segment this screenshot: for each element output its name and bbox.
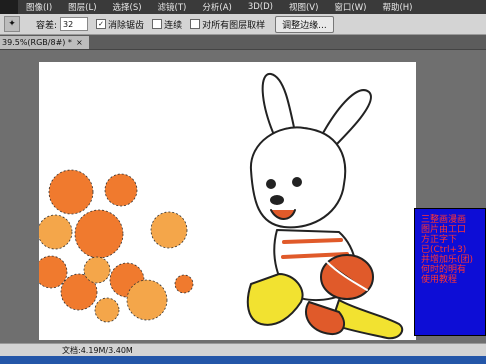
contiguous-checkbox[interactable]: 连续 [152,18,182,31]
circle-8 [83,256,111,284]
menu-select[interactable]: 选择(S) [113,1,142,13]
document-size-readout: 文档:4.19M/3.40M [62,346,133,355]
overlay-line-1: 三整画漫画 [421,215,467,225]
circle-5 [150,211,188,249]
overlay-line-4: 已(Ctrl+3) [421,245,467,255]
circle-4 [74,209,124,259]
overlay-line-2: 图片由工口 [421,225,467,235]
bunny-nose [270,195,284,205]
overlay-line-6: 何时的明有 [421,265,467,275]
circle-1 [48,169,94,215]
antialias-label: 消除锯齿 [108,20,145,31]
overlay-line-5: 并增加乐(团) [421,255,474,265]
document-tab[interactable]: 39.5%(RGB/8#) * × [0,36,89,49]
bunny-illustration [246,72,404,340]
os-taskbar [0,356,486,364]
bunny-eye-right [292,177,302,187]
menu-3d[interactable]: 3D(D) [248,2,273,12]
checkbox-unchecked-icon [190,19,201,29]
status-bar: 文档:4.19M/3.40M [0,343,486,357]
checkbox-unchecked-icon [152,19,163,29]
menu-filter[interactable]: 滤镜(T) [158,1,187,13]
antialias-checkbox[interactable]: ✓ 消除锯齿 [96,18,144,31]
circle-12 [174,274,194,294]
document-canvas[interactable] [39,62,416,340]
circle-3 [39,214,73,250]
circle-11 [94,297,120,323]
orange-circles [39,169,194,323]
all-layers-label: 对所有图层取样 [202,20,266,31]
menu-bar: 图像(I) 图层(L) 选择(S) 滤镜(T) 分析(A) 3D(D) 视图(V… [0,0,486,14]
circle-10 [126,279,168,321]
menu-analysis[interactable]: 分析(A) [202,1,231,13]
tolerance-input[interactable]: 32 [60,17,89,31]
circle-2 [104,173,138,207]
menu-image[interactable]: 图像(I) [26,1,52,13]
app-logo [0,0,18,14]
menu-help[interactable]: 帮助(H) [382,1,412,13]
contiguous-label: 连续 [164,20,183,31]
circle-6 [39,255,68,289]
menu-window[interactable]: 窗口(W) [334,1,366,13]
chinese-caption-overlay: 三整画漫画 图片由工口 方正字下 已(Ctrl+3) 并增加乐(团) 何时的明有… [414,208,486,336]
options-bar: ✦ 容差: 32 ✓ 消除锯齿 连续 对所有图层取样 调整边缘... [0,14,486,35]
document-tab-bar: 39.5%(RGB/8#) * × [0,35,486,50]
document-tab-label: 39.5%(RGB/8#) * [2,38,72,47]
all-layers-checkbox[interactable]: 对所有图层取样 [190,18,265,31]
tolerance-label: 容差: [36,20,58,31]
magic-wand-icon[interactable]: ✦ [4,16,20,32]
menu-layer[interactable]: 图层(L) [68,1,96,13]
bunny-eye-left [266,179,276,189]
overlay-line-7: 使用教程 [421,275,458,285]
close-icon[interactable]: × [76,38,83,47]
bunny-leg-left [246,273,304,326]
overlay-line-3: 方正字下 [421,235,458,245]
checkbox-checked-icon: ✓ [96,19,107,29]
refine-edge-button[interactable]: 调整边缘... [275,15,334,33]
menu-view[interactable]: 视图(V) [289,1,318,13]
canvas-artwork [39,72,404,340]
